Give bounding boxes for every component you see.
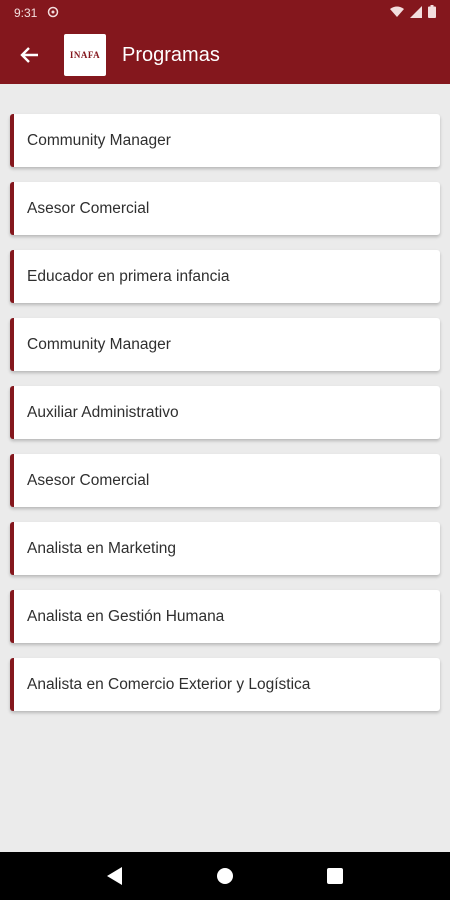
program-label: Educador en primera infancia (27, 267, 230, 285)
page-title: Programas (122, 43, 220, 66)
program-card[interactable]: Analista en Comercio Exterior y Logístic… (10, 658, 440, 711)
system-nav-bar (0, 852, 450, 900)
notification-icon (47, 6, 59, 21)
program-label: Analista en Comercio Exterior y Logístic… (27, 675, 311, 693)
battery-icon (428, 5, 436, 21)
program-card[interactable]: Asesor Comercial (10, 182, 440, 235)
nav-back-icon (107, 867, 122, 885)
program-card[interactable]: Analista en Gestión Humana (10, 590, 440, 643)
program-label: Analista en Marketing (27, 539, 177, 557)
nav-home-button[interactable] (201, 852, 249, 900)
program-label: Community Manager (27, 335, 171, 353)
program-label: Asesor Comercial (27, 471, 150, 489)
program-card[interactable]: Community Manager (10, 114, 440, 167)
wifi-icon (390, 6, 404, 21)
program-card[interactable]: Analista en Marketing (10, 522, 440, 575)
back-arrow-icon (20, 47, 38, 63)
program-label: Community Manager (27, 131, 171, 149)
nav-back-button[interactable] (91, 852, 139, 900)
nav-recents-button[interactable] (311, 852, 359, 900)
program-label: Auxiliar Administrativo (27, 403, 179, 421)
app-logo: INAFA (64, 34, 106, 76)
program-card[interactable]: Educador en primera infancia (10, 250, 440, 303)
nav-home-icon (217, 868, 233, 884)
program-card[interactable]: Asesor Comercial (10, 454, 440, 507)
program-label: Analista en Gestión Humana (27, 607, 225, 625)
signal-icon (410, 5, 422, 21)
back-button[interactable] (14, 39, 46, 71)
status-bar: 9:31 (0, 0, 450, 26)
status-time: 9:31 (14, 6, 38, 20)
app-bar: INAFA Programas (0, 26, 450, 84)
program-card[interactable]: Community Manager (10, 318, 440, 371)
logo-text: INAFA (69, 50, 101, 60)
program-label: Asesor Comercial (27, 199, 150, 217)
nav-recents-icon (327, 868, 343, 884)
program-card[interactable]: Auxiliar Administrativo (10, 386, 440, 439)
programs-list: Community Manager Asesor Comercial Educa… (10, 114, 440, 726)
